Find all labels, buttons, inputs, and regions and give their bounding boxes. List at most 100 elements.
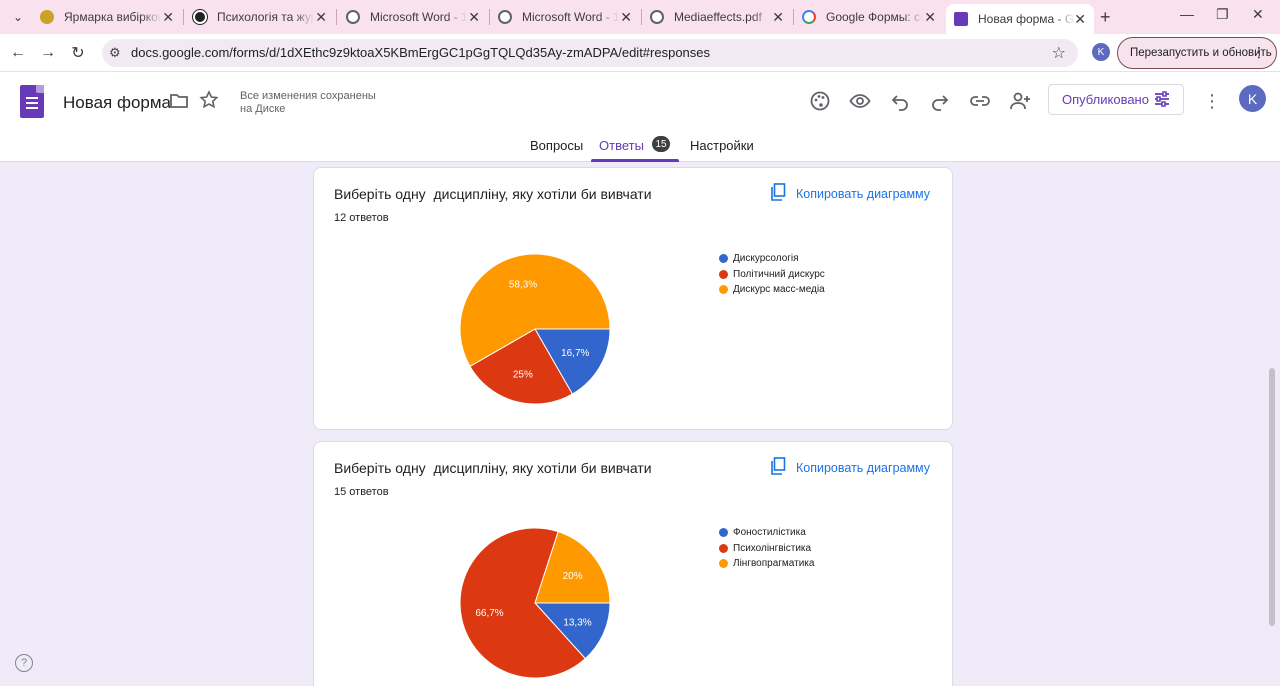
- pie-slice-label: 25%: [513, 369, 533, 380]
- tab-settings[interactable]: Настройки: [690, 138, 754, 153]
- copy-chart-button[interactable]: Копировать диаграмму: [770, 457, 930, 478]
- legend-item: Політичний дискурс: [719, 267, 825, 283]
- google-forms-logo-icon[interactable]: [20, 85, 44, 118]
- palette-icon[interactable]: [807, 88, 833, 114]
- copy-chart-label: Копировать диаграмму: [796, 186, 931, 201]
- site-info-icon[interactable]: ⚙: [109, 45, 121, 61]
- globe-icon: [346, 10, 360, 24]
- legend-label: Фоностилістика: [733, 527, 806, 539]
- pie-slice-label: 13,3%: [563, 617, 591, 628]
- legend-swatch: [719, 254, 728, 264]
- close-tab-icon[interactable]: ✕: [620, 9, 632, 26]
- profile-avatar[interactable]: K: [1092, 43, 1110, 61]
- chart-legend: Дискурсологія Політичний дискурс Дискурс…: [719, 251, 825, 298]
- save-status: Все изменения сохранены на Диске: [240, 90, 376, 115]
- close-tab-icon[interactable]: ✕: [315, 9, 327, 26]
- close-tab-icon[interactable]: ✕: [1074, 11, 1086, 28]
- legend-item: Фоностилістика: [719, 525, 814, 541]
- browser-tab[interactable]: Microsoft Word - 120 ✕: [338, 5, 488, 29]
- pie-slice-label: 20%: [563, 571, 583, 582]
- folder-icon[interactable]: [169, 92, 189, 116]
- more-vert-icon[interactable]: ⋮: [1252, 44, 1266, 61]
- response-summary-card: Виберіть одну дисципліну, яку хотіли би …: [313, 167, 953, 430]
- tab-favicon-icon: [40, 10, 54, 24]
- star-icon[interactable]: [199, 90, 219, 116]
- legend-label: Дискурсологія: [733, 253, 799, 265]
- globe-icon: [650, 10, 664, 24]
- chart-legend: Фоностилістика Психолінгвістика Лінгвопр…: [719, 525, 814, 572]
- new-tab-icon[interactable]: +: [1100, 7, 1111, 28]
- browser-tab-strip: ⌄ Ярмарка вибіркових ✕ Психологія та жур…: [0, 0, 1280, 34]
- legend-swatch: [719, 285, 728, 295]
- minimize-icon[interactable]: —: [1180, 6, 1194, 22]
- tab-favicon-icon: [193, 10, 207, 24]
- legend-item: Дискурс масс-медіа: [719, 282, 825, 298]
- copy-chart-label: Копировать диаграмму: [796, 460, 931, 475]
- copy-icon: [770, 457, 786, 478]
- close-tab-icon[interactable]: ✕: [468, 9, 480, 26]
- reload-icon[interactable]: ↻: [67, 42, 89, 64]
- close-tab-icon[interactable]: ✕: [772, 9, 784, 26]
- legend-swatch: [719, 528, 728, 538]
- tab-responses[interactable]: Ответы: [599, 138, 644, 153]
- bookmark-star-icon[interactable]: ☆: [1052, 43, 1066, 63]
- close-tab-icon[interactable]: ✕: [924, 9, 936, 26]
- legend-label: Політичний дискурс: [733, 268, 825, 280]
- url-text: docs.google.com/forms/d/1dXEthc9z9ktoaX5…: [131, 45, 711, 60]
- browser-tab[interactable]: Microsoft Word - 120 ✕: [490, 5, 640, 29]
- restore-icon[interactable]: ❐: [1216, 6, 1229, 23]
- form-title[interactable]: Новая форма: [63, 93, 171, 113]
- browser-toolbar: ← → ↻ ⚙ docs.google.com/forms/d/1dXEthc9…: [0, 34, 1280, 72]
- redo-icon[interactable]: [927, 88, 953, 114]
- tab-search-button[interactable]: ⌄: [6, 6, 30, 28]
- response-count: 15 ответов: [334, 486, 389, 498]
- address-bar[interactable]: ⚙ docs.google.com/forms/d/1dXEthc9z9ktoa…: [102, 39, 1078, 67]
- forms-header: Новая форма Все изменения сохранены на Д…: [0, 72, 1280, 162]
- browser-tab-title: Google Формы: создание: [826, 10, 923, 24]
- browser-tab-active[interactable]: Новая форма - Google ✕: [946, 4, 1094, 34]
- close-window-icon[interactable]: ✕: [1252, 6, 1264, 23]
- response-count: 12 ответов: [334, 212, 389, 224]
- restart-label: Перезапустить и обновить: [1130, 47, 1272, 59]
- published-button[interactable]: Опубликовано: [1048, 84, 1184, 115]
- browser-tab-title: Ярмарка вибіркових: [64, 10, 161, 24]
- pie-slice-label: 58,3%: [509, 280, 537, 291]
- browser-tab[interactable]: Психологія та журналістика ✕: [185, 5, 335, 29]
- legend-item: Лінгвопрагматика: [719, 556, 814, 572]
- scrollbar[interactable]: [1269, 368, 1275, 626]
- help-icon[interactable]: ?: [15, 654, 33, 672]
- account-avatar[interactable]: K: [1239, 85, 1266, 112]
- published-label: Опубликовано: [1062, 92, 1149, 107]
- copy-chart-button[interactable]: Копировать диаграмму: [770, 183, 930, 204]
- legend-item: Дискурсологія: [719, 251, 825, 267]
- legend-swatch: [719, 543, 728, 553]
- tune-icon: [1153, 90, 1171, 111]
- link-icon[interactable]: [967, 88, 993, 114]
- form-tabs: Вопросы Ответы 15 Настройки: [0, 132, 1280, 162]
- response-summary-card: Виберіть одну дисципліну, яку хотіли би …: [313, 441, 953, 686]
- add-collaborator-icon[interactable]: [1007, 88, 1033, 114]
- copy-icon: [770, 183, 786, 204]
- restart-update-button[interactable]: Перезапустить и обновить ⋮: [1117, 37, 1277, 69]
- back-icon[interactable]: ←: [7, 42, 29, 64]
- legend-label: Лінгвопрагматика: [733, 558, 815, 570]
- legend-item: Психолінгвістика: [719, 541, 814, 557]
- tab-questions[interactable]: Вопросы: [530, 138, 583, 153]
- legend-swatch: [719, 559, 728, 569]
- close-tab-icon[interactable]: ✕: [162, 9, 174, 26]
- more-vert-icon[interactable]: ⋮: [1199, 88, 1225, 114]
- browser-tab-title: Microsoft Word - 120: [370, 10, 467, 24]
- browser-tab[interactable]: Mediaeffects.pdf ✕: [642, 5, 792, 29]
- pie-chart: 16,7% 25% 58,3%: [459, 253, 611, 405]
- pie-slice-label: 66,7%: [475, 608, 503, 619]
- forms-favicon-icon: [954, 12, 968, 26]
- pie-slice-label: 16,7%: [561, 348, 589, 359]
- browser-tab[interactable]: Ярмарка вибіркових ✕: [32, 5, 182, 29]
- undo-icon[interactable]: [887, 88, 913, 114]
- browser-tab[interactable]: Google Формы: создание ✕: [794, 5, 944, 29]
- browser-tab-title: Психологія та журналістика: [217, 10, 314, 24]
- google-icon: [802, 10, 816, 24]
- preview-eye-icon[interactable]: [847, 88, 873, 114]
- browser-tab-title: Mediaeffects.pdf: [674, 10, 762, 24]
- forward-icon[interactable]: →: [37, 42, 59, 64]
